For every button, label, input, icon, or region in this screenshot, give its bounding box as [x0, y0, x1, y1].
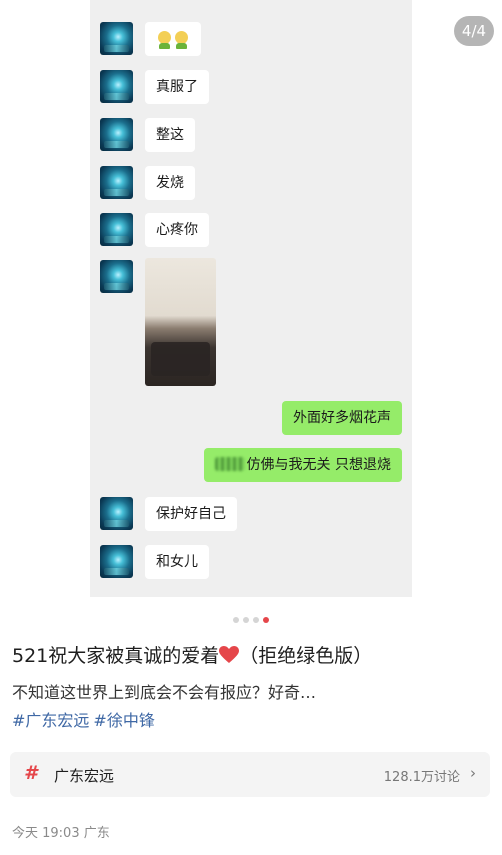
contact-avatar [100, 118, 133, 151]
message-bubble: 发烧 [145, 166, 195, 200]
green-face-emoji-icon [158, 31, 171, 49]
chevron-right-icon: › [470, 764, 476, 782]
topic-discussion-count: 128.1万讨论 [383, 770, 460, 785]
message-bubble: 真服了 [145, 70, 209, 104]
post-title-text: 521祝大家被真诚的爱着 [12, 645, 220, 667]
contact-avatar [100, 22, 133, 55]
topic-card[interactable]: # 广东宏远 128.1万讨论 › [10, 752, 490, 797]
contact-avatar [100, 213, 133, 246]
carousel-dot[interactable] [243, 617, 249, 623]
post-tags: #广东宏远 #徐中锋 [12, 707, 159, 731]
hashtag-link[interactable]: #广东宏远 [12, 711, 89, 730]
contact-avatar [100, 497, 133, 530]
carousel-dot-active[interactable] [263, 617, 269, 623]
chat-screenshot: 真服了 整这 发烧 心疼你 外面好多烟花声 仿佛与我无关 只想退烧 保护好自己 … [90, 0, 412, 597]
red-heart-icon [219, 646, 240, 663]
green-face-emoji-icon [175, 31, 188, 49]
message-bubble-emoji [145, 22, 201, 56]
carousel-dot[interactable] [253, 617, 259, 623]
contact-avatar [100, 260, 133, 293]
post-time: 今天 19:03 [12, 826, 80, 841]
message-bubble: 心疼你 [145, 213, 209, 247]
message-bubble-sent: 外面好多烟花声 [282, 401, 402, 435]
post-title-suffix: （拒绝绿色版） [239, 645, 373, 667]
message-text: 仿佛与我无关 只想退烧 [246, 457, 391, 473]
message-bubble: 整这 [145, 118, 195, 152]
post-image[interactable]: 真服了 整这 发烧 心疼你 外面好多烟花声 仿佛与我无关 只想退烧 保护好自己 … [0, 0, 502, 610]
hashtag-link[interactable]: #徐中锋 [93, 711, 154, 730]
contact-avatar [100, 70, 133, 103]
message-bubble: 和女儿 [145, 545, 209, 579]
blurred-name [214, 457, 245, 471]
post-meta: 今天 19:03 广东 [12, 822, 110, 841]
page-counter: 4/4 [454, 16, 494, 46]
message-bubble: 保护好自己 [145, 497, 237, 531]
contact-avatar [100, 166, 133, 199]
hash-icon: # [24, 762, 38, 784]
carousel-indicator[interactable] [0, 617, 502, 623]
message-photo [145, 258, 216, 386]
topic-name: 广东宏远 [54, 767, 115, 785]
carousel-dot[interactable] [233, 617, 239, 623]
contact-avatar [100, 545, 133, 578]
message-bubble-sent: 仿佛与我无关 只想退烧 [203, 448, 402, 482]
post-body: 不知道这世界上到底会不会有报应？好奇… [12, 683, 317, 702]
post-location: 广东 [83, 826, 110, 841]
post-title: 521祝大家被真诚的爱着 （拒绝绿色版） [12, 641, 372, 668]
